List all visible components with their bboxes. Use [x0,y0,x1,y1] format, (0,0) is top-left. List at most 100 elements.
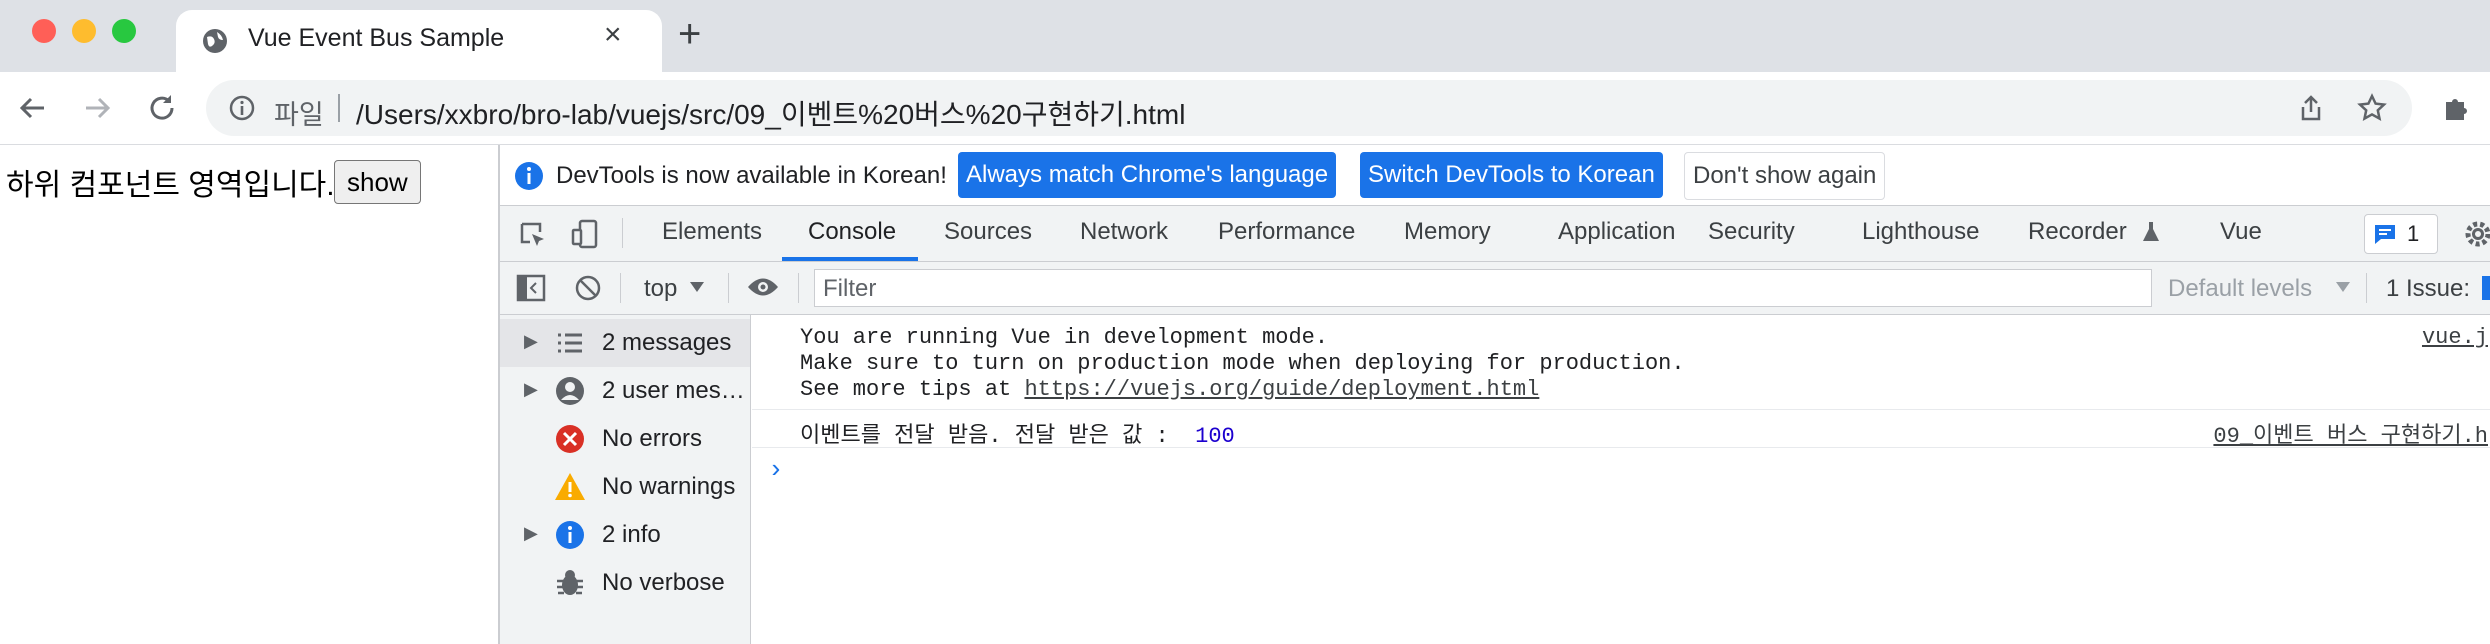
always-match-language-button[interactable]: Always match Chrome's language [958,152,1337,198]
issues-counter-button[interactable]: 1 [2364,214,2438,254]
console-toolbar: top Filter Default levels 1 Issue: [500,262,2490,315]
list-icon [558,333,582,353]
omnibox-divider [338,94,340,122]
browser-tab[interactable]: Vue Event Bus Sample × [176,10,662,72]
log-source-link[interactable]: vue.j [2422,325,2488,350]
issue-icon [2482,276,2490,300]
toolbar-divider [622,218,623,248]
dropdown-arrow-icon[interactable] [690,282,704,292]
device-toolbar-icon[interactable] [570,218,602,250]
sidebar-item-verbose[interactable]: No verbose [500,559,750,607]
toolbar-divider [728,273,729,303]
switch-to-korean-button[interactable]: Switch DevTools to Korean [1360,152,1663,198]
context-selector[interactable]: top [644,275,677,303]
back-arrow-icon[interactable] [16,92,48,124]
sidebar-toggle-icon[interactable] [516,274,546,302]
sidebar-item-label: No verbose [602,569,725,596]
zoom-window-button[interactable] [112,19,136,43]
log-levels-dropdown[interactable]: Default levels [2168,275,2312,303]
issues-count: 1 [2407,221,2420,246]
tab-sources[interactable]: Sources [944,218,1032,246]
toolbar-divider [798,273,799,303]
settings-gear-icon[interactable] [2464,220,2490,248]
toolbar-divider [620,273,621,303]
new-tab-button[interactable]: + [678,14,701,54]
extensions-puzzle-icon[interactable] [2440,92,2472,124]
devtools-panel: DevTools is now available in Korean! Alw… [498,145,2490,644]
sidebar-item-messages[interactable]: ▶ 2 messages [500,319,750,367]
log-separator [752,409,2490,410]
reload-icon[interactable] [146,92,178,124]
live-expression-eye-icon[interactable] [746,276,780,298]
forward-arrow-icon[interactable] [82,92,114,124]
sidebar-item-warnings[interactable]: No warnings [500,463,750,511]
tab-elements[interactable]: Elements [662,218,762,246]
tab-strip: Vue Event Bus Sample × + [0,0,2490,72]
console-prompt[interactable]: › [768,455,784,485]
warning-icon [555,473,585,500]
tab-vue[interactable]: Vue [2220,218,2262,246]
event-value: 100 [1195,424,1235,449]
log-source-link[interactable]: 09_이벤트 버스 구현하기.h [2213,417,2488,449]
log-line: 이벤트를 전달 받음. 전달 받은 값 : 100 [800,417,1235,449]
url-text[interactable]: /Users/xxbro/bro-lab/vuejs/src/09_이벤트%20… [356,93,1185,133]
info-icon [556,521,584,549]
child-component-text: 하위 컴포넌트 영역입니다. [6,169,335,202]
info-icon [515,162,543,190]
sidebar-item-label: 2 messages [602,329,732,356]
tab-lighthouse[interactable]: Lighthouse [1862,218,1979,246]
show-button[interactable]: show [334,160,421,204]
tab-memory[interactable]: Memory [1404,218,1491,246]
console-sidebar: ▶ 2 messages ▶ 2 user mes… No errors No … [500,315,751,644]
event-message: 이벤트를 전달 받음. 전달 받은 값 : [800,424,1196,449]
bug-icon [557,570,583,595]
sidebar-item-errors[interactable]: No errors [500,415,750,463]
info-circle-icon[interactable] [228,94,256,122]
sidebar-item-label: No warnings [602,473,736,500]
issues-link[interactable]: 1 Issue: [2386,275,2470,303]
dropdown-arrow-icon [2336,282,2350,292]
log-line: You are running Vue in development mode. [800,325,1329,350]
flask-icon [2143,222,2159,241]
file-label: 파일 [274,100,324,130]
tab-close-button[interactable]: × [604,18,622,52]
toolbar-divider [2366,273,2367,303]
sidebar-item-label: 2 user mes… [602,377,745,404]
filter-placeholder: Filter [823,275,877,302]
share-icon[interactable] [2296,93,2326,123]
console-log: You are running Vue in development mode.… [752,315,2490,644]
log-separator [752,447,2490,448]
sidebar-item-label: 2 info [602,521,661,548]
log-line: See more tips at https://vuejs.org/guide… [800,377,1539,402]
log-text: See more tips at [800,377,1025,402]
tab-recorder[interactable]: Recorder [2028,218,2127,246]
close-window-button[interactable] [32,19,56,43]
tab-title: Vue Event Bus Sample [248,24,505,52]
user-icon [556,377,584,405]
dont-show-again-button[interactable]: Don't show again [1684,152,1886,200]
browser-toolbar: 파일 /Users/xxbro/bro-lab/vuejs/src/09_이벤트… [0,72,2490,145]
address-bar[interactable]: 파일 /Users/xxbro/bro-lab/vuejs/src/09_이벤트… [206,80,2412,136]
minimize-window-button[interactable] [72,19,96,43]
language-infobar: DevTools is now available in Korean! Alw… [500,145,2490,206]
tab-performance[interactable]: Performance [1218,218,1355,246]
expand-arrow-icon: ▶ [524,379,538,399]
tab-application[interactable]: Application [1558,218,1675,246]
tab-network[interactable]: Network [1080,218,1168,246]
expand-arrow-icon: ▶ [524,523,538,543]
message-icon [2375,225,2395,244]
error-icon [556,425,584,453]
log-line: Make sure to turn on production mode whe… [800,351,1685,376]
sidebar-item-label: No errors [602,425,703,452]
deployment-guide-link[interactable]: https://vuejs.org/guide/deployment.html [1024,377,1539,402]
sidebar-item-user-messages[interactable]: ▶ 2 user mes… [500,367,750,415]
bookmark-star-icon[interactable] [2356,92,2388,124]
sidebar-item-info[interactable]: ▶ 2 info [500,511,750,559]
inspect-element-icon[interactable] [518,220,548,250]
filter-input[interactable]: Filter [814,269,2152,307]
tab-security[interactable]: Security [1708,218,1795,246]
globe-icon [203,29,227,53]
tab-console[interactable]: Console [808,218,896,246]
clear-console-icon[interactable] [574,274,602,302]
devtools-tab-bar: Elements Console Sources Network Perform… [500,206,2490,262]
